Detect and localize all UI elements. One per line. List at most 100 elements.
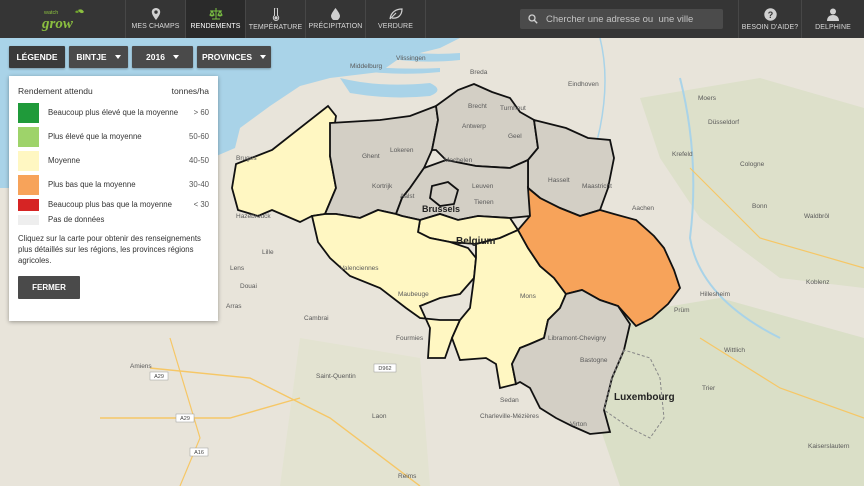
legend-title: Rendement attendu <box>18 86 93 96</box>
legend-swatch <box>18 151 39 171</box>
nav-rendements[interactable]: RENDEMENTS <box>185 0 245 38</box>
city-label: Kaiserslautern <box>808 443 850 450</box>
city-label: Virton <box>570 421 587 428</box>
help-button[interactable]: ? BESOIN D'AIDE? <box>738 0 801 38</box>
map-pin-icon <box>151 8 160 20</box>
legend-row-range: 40-50 <box>189 156 209 165</box>
chevron-down-icon <box>114 55 121 59</box>
svg-text:A29: A29 <box>154 374 164 380</box>
city-label: Brussels <box>422 204 460 214</box>
city-label: Maubeuge <box>398 291 429 298</box>
raindrop-icon <box>331 8 340 20</box>
city-label: Aalst <box>400 193 415 200</box>
scale-icon <box>208 8 223 20</box>
city-label: Amiens <box>130 363 152 370</box>
nav-label: TEMPÉRATURE <box>248 23 303 31</box>
nav-verdure[interactable]: VERDURE <box>365 0 425 38</box>
city-label: Eindhoven <box>568 81 599 88</box>
legend-row: Plus bas que la moyenne 30-40 <box>18 175 209 195</box>
legend-note: Cliquez sur la carte pour obtenir des re… <box>18 234 201 265</box>
nav-label: VERDURE <box>378 23 413 30</box>
legend-swatch <box>18 127 39 147</box>
chevron-down-icon <box>172 55 179 59</box>
city-label: Fourmies <box>396 335 424 342</box>
nav-temperature[interactable]: TEMPÉRATURE <box>245 0 305 38</box>
crop-dropdown[interactable]: BINTJE <box>69 46 128 68</box>
city-label: Koblenz <box>806 279 830 286</box>
city-label: Saint-Quentin <box>316 373 356 380</box>
user-label: DELPHINE <box>815 23 851 31</box>
legend-toggle-button[interactable]: LÉGENDE <box>9 46 65 68</box>
city-label: Cambrai <box>304 315 329 322</box>
level-dropdown[interactable]: PROVINCES <box>197 46 271 68</box>
search-box[interactable] <box>520 9 723 29</box>
city-label: Arras <box>226 303 242 310</box>
city-label: Middelburg <box>350 63 383 70</box>
city-label: Bonn <box>752 203 768 210</box>
svg-text:A29: A29 <box>180 416 190 422</box>
city-label: Charleville-Mézières <box>480 413 540 420</box>
city-label: Maastricht <box>582 183 612 190</box>
crop-dropdown-label: BINTJE <box>76 52 107 62</box>
close-legend-button[interactable]: FERMER <box>18 276 80 299</box>
city-label: Leuven <box>472 183 494 190</box>
road-shield: D962 <box>373 363 397 373</box>
legend-row-label: Moyenne <box>48 156 81 165</box>
city-label: Breda <box>470 69 488 76</box>
city-label: Laon <box>372 413 387 420</box>
thermometer-icon <box>272 7 279 21</box>
city-label: Sedan <box>500 397 519 404</box>
logo-text: grow <box>41 16 74 32</box>
user-menu-button[interactable]: DELPHINE <box>801 0 864 38</box>
road-shield: A29 <box>175 413 195 423</box>
legend-row-label: Beaucoup plus élevé que la moyenne <box>48 108 179 117</box>
svg-text:D962: D962 <box>378 366 391 372</box>
city-label: Düsseldorf <box>708 119 739 126</box>
level-dropdown-label: PROVINCES <box>201 52 253 62</box>
legend-row: Beaucoup plus élevé que la moyenne > 60 <box>18 103 209 123</box>
legend-swatch <box>18 175 39 195</box>
app-logo[interactable]: watch grow <box>0 0 125 38</box>
city-label: Lokeren <box>390 147 414 154</box>
city-label: Libramont-Chevigny <box>548 335 607 342</box>
city-label: Kortrijk <box>372 183 393 190</box>
legend-swatch <box>18 215 39 225</box>
search-area <box>425 0 738 38</box>
region-brussels[interactable] <box>429 181 460 207</box>
city-label: Krefeld <box>672 151 693 158</box>
city-label: Lens <box>230 265 245 272</box>
city-label: Brecht <box>468 103 487 110</box>
city-label: Wittlich <box>724 347 745 354</box>
city-label: Waldbröl <box>804 213 830 220</box>
user-icon <box>827 8 839 21</box>
city-label: Aachen <box>632 205 654 212</box>
legend-panel: Rendement attendu tonnes/ha Beaucoup plu… <box>9 76 218 321</box>
year-dropdown-label: 2016 <box>146 52 165 62</box>
country-label-belgium: Belgium <box>456 236 496 247</box>
legend-row-label: Pas de données <box>48 215 105 224</box>
forest-area <box>280 338 430 486</box>
help-label: BESOIN D'AIDE? <box>741 23 799 31</box>
nav-mes-champs[interactable]: MES CHAMPS <box>125 0 185 38</box>
legend-swatch <box>18 199 39 211</box>
legend-row-range: 50-60 <box>189 132 209 141</box>
city-label: Turnhout <box>500 105 526 112</box>
legend-row: Beaucoup plus bas que la moyenne < 30 <box>18 199 209 211</box>
help-icon: ? <box>763 7 777 21</box>
city-label: Vlissingen <box>396 55 426 62</box>
nav-label: MES CHAMPS <box>131 23 180 30</box>
city-label: Bastogne <box>580 357 608 364</box>
nav-precipitation[interactable]: PRÉCIPITATION <box>305 0 365 38</box>
chevron-down-icon <box>260 55 267 59</box>
road-shield: A16 <box>189 447 209 457</box>
city-label: Hasselt <box>548 177 570 184</box>
search-input[interactable] <box>546 13 716 25</box>
city-label: Cologne <box>740 161 765 168</box>
legend-row-label: Plus élevé que la moyenne <box>48 132 142 141</box>
city-label: Mechelen <box>444 157 473 164</box>
year-dropdown[interactable]: 2016 <box>132 46 193 68</box>
legend-row: Plus élevé que la moyenne 50-60 <box>18 127 209 147</box>
legend-header: Rendement attendu tonnes/ha <box>18 86 209 96</box>
city-label: Antwerp <box>462 123 486 130</box>
country-label-luxembourg: Luxembourg <box>614 392 675 403</box>
